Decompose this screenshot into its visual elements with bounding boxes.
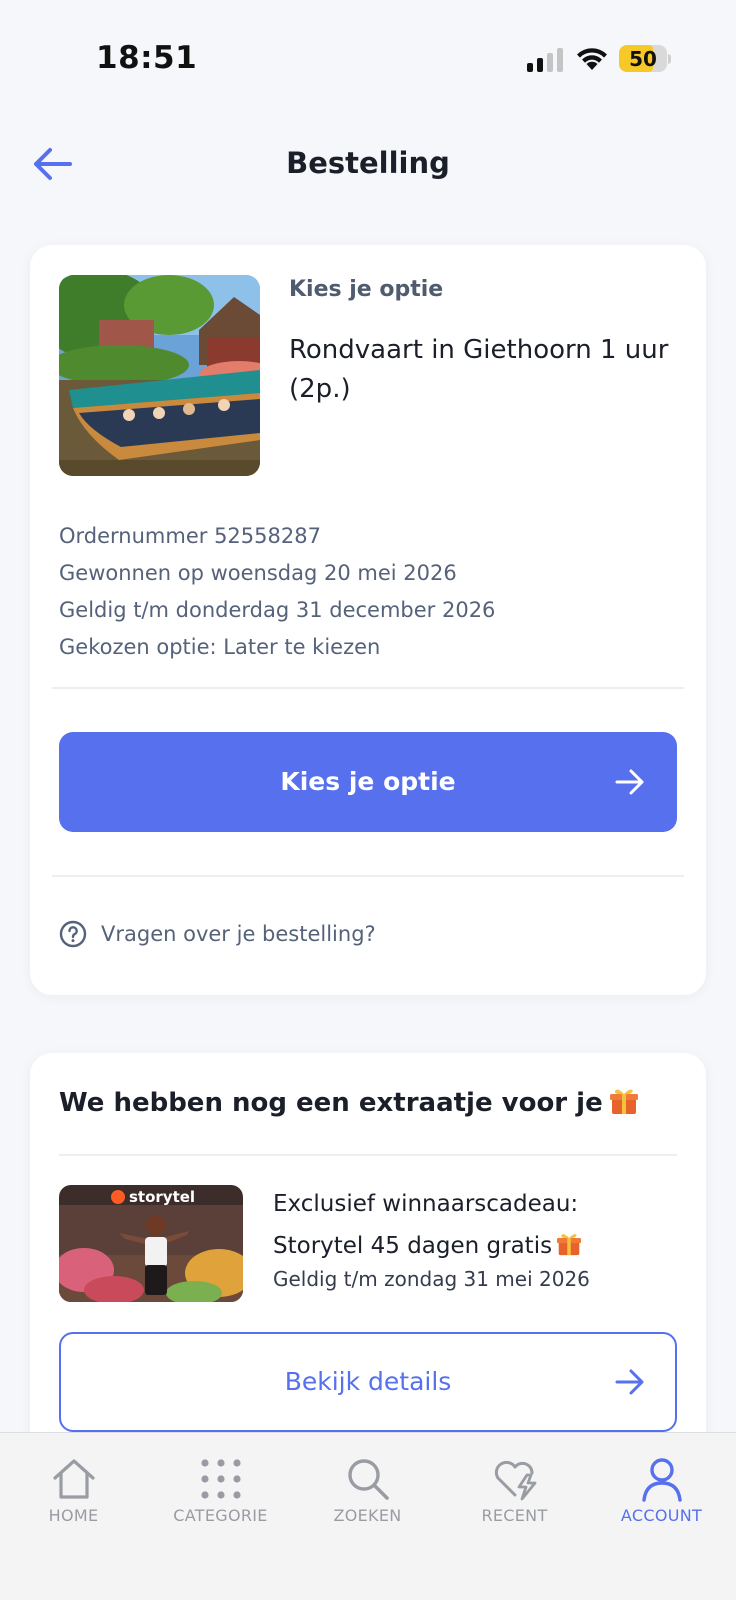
home-icon (52, 1459, 95, 1499)
arrow-right-icon (615, 1369, 644, 1395)
storytel-logo: storytel (111, 1188, 195, 1206)
page-title: Bestelling (286, 146, 450, 180)
questions-link[interactable]: Vragen over je bestelling? (59, 920, 376, 948)
order-number: Ordernummer 52558287 (59, 524, 321, 548)
promo-image: storytel (59, 1185, 243, 1302)
promo-title-line2: Storytel 45 dagen gratis (273, 1225, 653, 1267)
view-details-label: Bekijk details (284, 1367, 452, 1396)
nav-item-home[interactable]: HOME (0, 1433, 147, 1553)
promo-valid-until: Geldig t/m zondag 31 mei 2026 (273, 1267, 590, 1291)
valid-until: Geldig t/m donderdag 31 december 2026 (59, 598, 496, 622)
status-time: 18:51 (96, 40, 198, 76)
product-title: Rondvaart in Giethoorn 1 uur (2p.) (289, 335, 669, 404)
nav-item-zoeken[interactable]: ZOEKEN (294, 1433, 441, 1553)
extra-card: We hebben nog een extraatje voor je stor… (30, 1053, 706, 1473)
divider (52, 687, 684, 689)
wifi-icon (577, 48, 607, 70)
question-circle-icon (59, 920, 87, 948)
option-label: Kies je optie (289, 277, 444, 302)
product-image (59, 275, 260, 476)
extra-title-text: We hebben nog een extraatje voor je (59, 1088, 603, 1118)
screen: 18:51 50 Bestelling Kies je optie Rondva… (0, 0, 736, 1600)
won-date: Gewonnen op woensdag 20 mei 2026 (59, 561, 457, 585)
order-card: Kies je optie Rondvaart in Giethoorn 1 u… (30, 245, 706, 995)
divider (52, 875, 684, 877)
search-icon (347, 1459, 389, 1500)
nav-item-recent[interactable]: RECENT (441, 1433, 588, 1553)
nav-item-account[interactable]: ACCOUNT (588, 1433, 735, 1553)
promo-title-line1: Exclusief winnaarscadeau: (273, 1191, 579, 1217)
grid-dots-icon (200, 1459, 241, 1499)
view-details-button[interactable]: Bekijk details (59, 1332, 677, 1432)
user-icon (641, 1458, 682, 1502)
cellular-signal-icon (527, 48, 563, 72)
choose-option-button[interactable]: Kies je optie (59, 732, 677, 832)
questions-link-label: Vragen over je bestelling? (101, 922, 376, 946)
battery-percentage: 50 (629, 47, 657, 71)
bottom-navigation: HOME CATEGORIE ZOEKEN RECENT ACCOUNT (0, 1432, 736, 1600)
gift-icon (609, 1089, 638, 1114)
nav-label-categorie: CATEGORIE (173, 1506, 268, 1525)
extra-title: We hebben nog een extraatje voor je (59, 1087, 639, 1118)
choose-option-label: Kies je optie (280, 767, 456, 796)
nav-label-account: ACCOUNT (620, 1506, 703, 1525)
heart-bolt-icon (494, 1460, 536, 1501)
nav-label-recent: RECENT (481, 1506, 548, 1525)
promo-title: Exclusief winnaarscadeau: Storytel 45 da… (273, 1183, 653, 1267)
gift-icon (557, 1234, 582, 1256)
status-bar: 18:51 50 (0, 0, 736, 110)
chosen-option: Gekozen optie: Later te kiezen (59, 635, 381, 659)
nav-label-home: HOME (48, 1506, 99, 1525)
battery-indicator: 50 (619, 45, 671, 73)
order-details: Ordernummer 52558287 Gewonnen op woensda… (59, 518, 659, 666)
divider (59, 1154, 677, 1156)
nav-item-categorie[interactable]: CATEGORIE (147, 1433, 294, 1553)
arrow-right-icon (615, 769, 644, 795)
nav-label-zoeken: ZOEKEN (333, 1506, 402, 1525)
